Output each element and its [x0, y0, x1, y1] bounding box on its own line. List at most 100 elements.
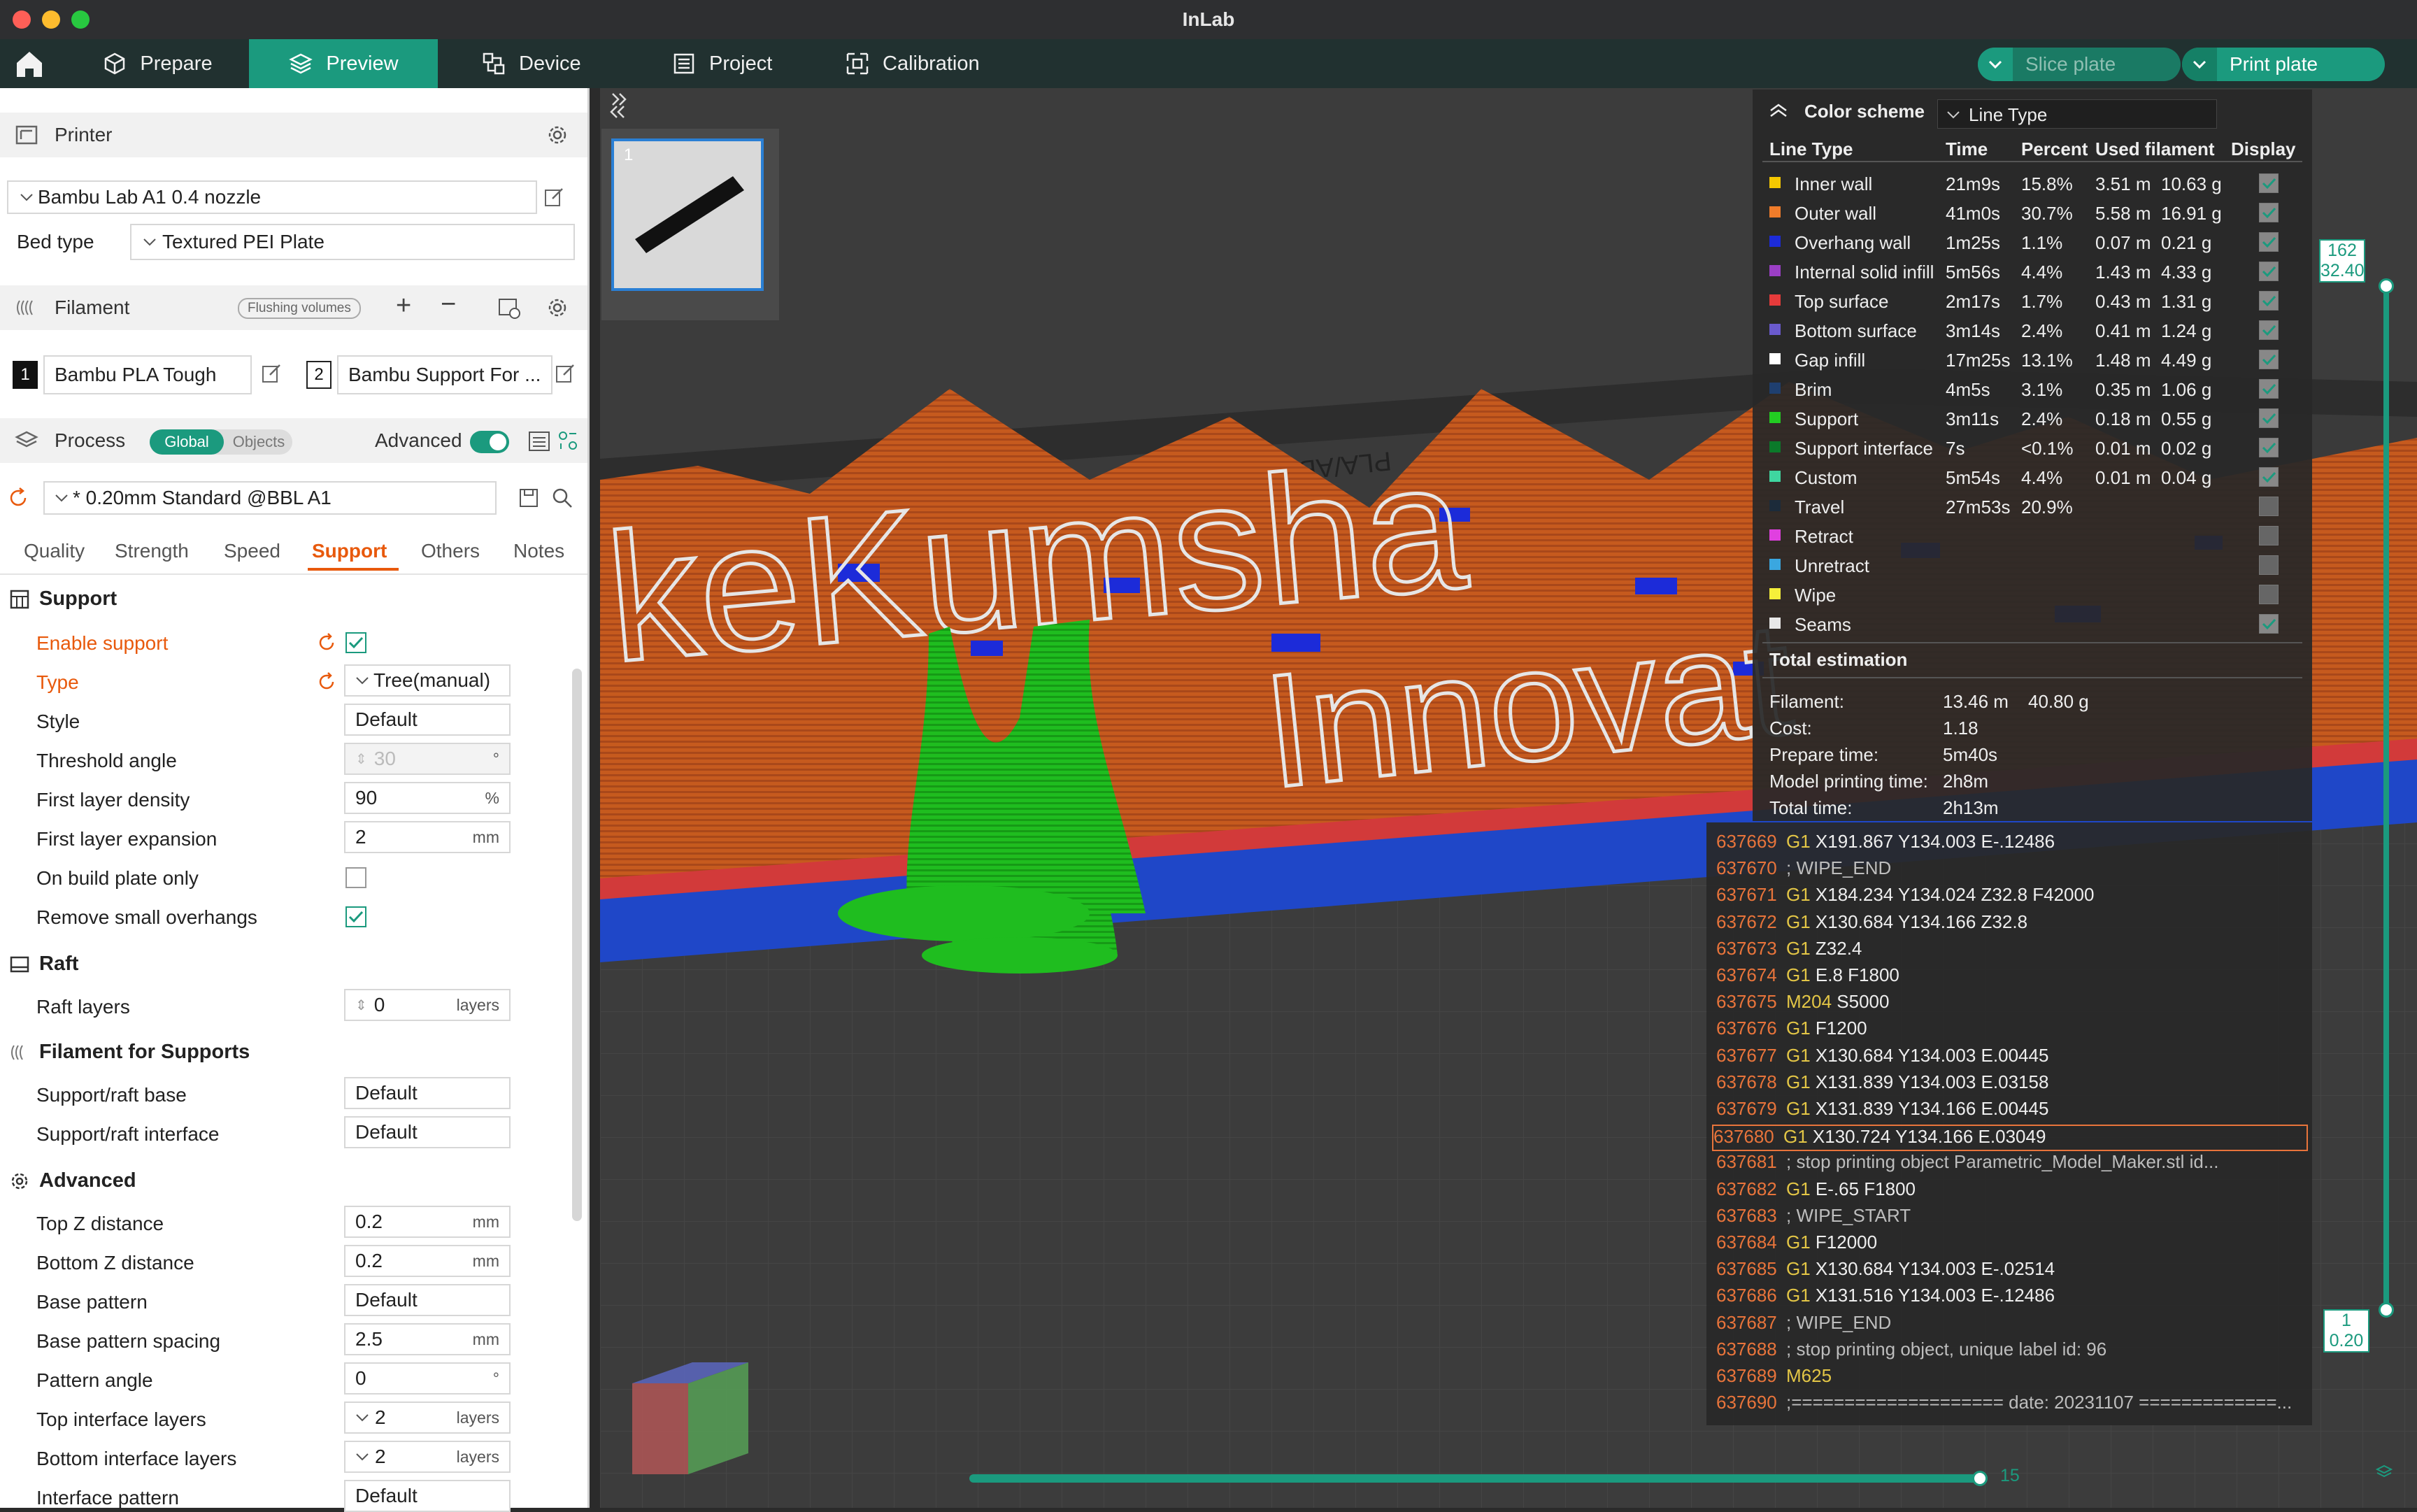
tab-strength[interactable]: Strength [115, 540, 189, 562]
print-plate-button[interactable]: Print plate [2182, 48, 2385, 81]
bottom-interface-layers-input[interactable]: 2 layers [344, 1441, 511, 1473]
gcode-command: M625 [1786, 1365, 1832, 1386]
color-scheme-select[interactable]: Line Type [1937, 99, 2217, 129]
display-checkbox[interactable] [2259, 614, 2279, 634]
top-z-distance-input[interactable]: 0.2 mm [344, 1206, 511, 1238]
add-filament-icon[interactable]: + [396, 291, 411, 321]
bottom-z-distance-input[interactable]: 0.2 mm [344, 1245, 511, 1277]
tab-quality[interactable]: Quality [24, 540, 85, 562]
display-checkbox[interactable] [2259, 232, 2279, 252]
interface-pattern-select[interactable]: Default [344, 1480, 511, 1512]
edit-icon[interactable] [543, 186, 565, 208]
type-select[interactable]: Tree(manual) [344, 664, 511, 697]
global-toggle-option[interactable]: Global [150, 429, 224, 455]
legend-len: 0.43 m [2095, 291, 2151, 312]
layer-slider-bottom-handle[interactable] [2379, 1302, 2394, 1318]
tab-calibration[interactable]: Calibration [845, 39, 1006, 88]
legend-weight: 0.04 g [2161, 467, 2212, 488]
collapse-sidebar-icon[interactable] [604, 90, 632, 120]
home-icon[interactable] [13, 48, 46, 80]
reset-icon[interactable] [316, 632, 337, 653]
display-checkbox[interactable] [2259, 408, 2279, 428]
tab-support[interactable]: Support [312, 540, 387, 562]
tab-prepare[interactable]: Prepare [77, 39, 238, 88]
layers-toggle-icon[interactable] [2375, 1463, 2393, 1481]
remove-small-overhangs-checkbox[interactable] [345, 906, 366, 927]
tab-speed[interactable]: Speed [224, 540, 280, 562]
display-checkbox[interactable] [2259, 555, 2279, 575]
bottom-z-distance-unit: mm [472, 1251, 499, 1270]
display-checkbox[interactable] [2259, 173, 2279, 193]
process-preset-select[interactable]: * 0.20mm Standard @BBL A1 [43, 481, 497, 515]
filament-slot-1-select[interactable]: Bambu PLA Tough [43, 355, 252, 394]
save-icon[interactable] [518, 487, 540, 509]
style-select[interactable]: Default [344, 704, 511, 736]
display-checkbox[interactable] [2259, 379, 2279, 399]
support-icon [10, 590, 29, 608]
move-slider[interactable] [969, 1474, 1982, 1483]
display-checkbox[interactable] [2259, 526, 2279, 545]
display-checkbox[interactable] [2259, 320, 2279, 340]
pattern-angle-input[interactable]: 0 ° [344, 1362, 511, 1395]
display-checkbox[interactable] [2259, 262, 2279, 281]
list-icon[interactable] [527, 429, 551, 453]
compare-icon[interactable] [557, 429, 579, 452]
display-checkbox[interactable] [2259, 467, 2279, 487]
tab-device[interactable]: Device [481, 39, 607, 88]
tab-notes[interactable]: Notes [513, 540, 564, 562]
search-icon[interactable] [551, 487, 573, 509]
first-layer-density-input[interactable]: 90 % [344, 782, 511, 814]
base-pattern-select[interactable]: Default [344, 1284, 511, 1316]
display-checkbox[interactable] [2259, 350, 2279, 369]
first-layer-expansion-input[interactable]: 2 mm [344, 821, 511, 853]
settings-scrollbar[interactable] [572, 669, 582, 1221]
raft-layers-unit: layers [456, 995, 499, 1014]
top-interface-layers-input[interactable]: 2 layers [344, 1402, 511, 1434]
advanced-switch[interactable] [470, 431, 509, 453]
global-objects-toggle[interactable]: Global Objects [150, 429, 292, 455]
plate-1-thumbnail[interactable]: 1 [611, 138, 764, 291]
tab-preview[interactable]: Preview [249, 39, 438, 88]
move-slider-handle[interactable] [1972, 1471, 1988, 1486]
gear-icon[interactable] [546, 123, 569, 147]
display-checkbox[interactable] [2259, 203, 2279, 222]
collapse-legend-icon[interactable] [1768, 102, 1789, 119]
reset-icon[interactable] [7, 487, 29, 509]
view-orientation-cube[interactable] [625, 1355, 755, 1481]
display-checkbox[interactable] [2259, 291, 2279, 311]
filament-sync-icon[interactable] [497, 297, 522, 320]
chevron-down-icon [1947, 111, 1960, 119]
raft-layers-input[interactable]: ⇕ 0 layers [344, 989, 511, 1021]
on-build-plate-only-checkbox[interactable] [345, 867, 366, 888]
slice-dropdown-button[interactable] [1978, 48, 2013, 81]
support-raft-interface-select[interactable]: Default [344, 1116, 511, 1148]
remove-filament-icon[interactable]: − [441, 290, 456, 320]
edit-icon[interactable] [554, 362, 576, 385]
reset-icon[interactable] [316, 671, 337, 692]
objects-toggle-option[interactable]: Objects [225, 429, 292, 455]
legend-weight: 0.55 g [2161, 408, 2212, 429]
threshold-angle-input[interactable]: ⇕ 30 ° [344, 743, 511, 775]
layer-slider-top-handle[interactable] [2379, 278, 2394, 294]
enable-support-checkbox[interactable] [345, 632, 366, 653]
print-dropdown-button[interactable] [2182, 48, 2217, 81]
flushing-volumes-button[interactable]: Flushing volumes [238, 298, 361, 319]
style-value: Default [355, 708, 418, 730]
gear-icon[interactable] [546, 296, 569, 320]
layer-range-slider[interactable] [2383, 280, 2389, 1315]
bed-type-select[interactable]: Textured PEI Plate [130, 224, 575, 260]
display-checkbox[interactable] [2259, 438, 2279, 457]
tab-others[interactable]: Others [421, 540, 480, 562]
legend-row: Top surface 2m17s 1.7% 0.43 m 1.31 g [1753, 285, 2312, 315]
edit-icon[interactable] [260, 362, 283, 385]
support-raft-base-select[interactable]: Default [344, 1077, 511, 1109]
tab-project[interactable]: Project [671, 39, 797, 88]
base-pattern-spacing-input[interactable]: 2.5 mm [344, 1323, 511, 1355]
filament-slot-2-select[interactable]: Bambu Support For ... [337, 355, 552, 394]
gcode-line-number: 637686 [1716, 1285, 1777, 1306]
slice-plate-button[interactable]: Slice plate [1978, 48, 2181, 81]
display-checkbox[interactable] [2259, 497, 2279, 516]
header-display: Display [2231, 138, 2296, 159]
display-checkbox[interactable] [2259, 585, 2279, 604]
printer-select[interactable]: Bambu Lab A1 0.4 nozzle [7, 180, 537, 214]
